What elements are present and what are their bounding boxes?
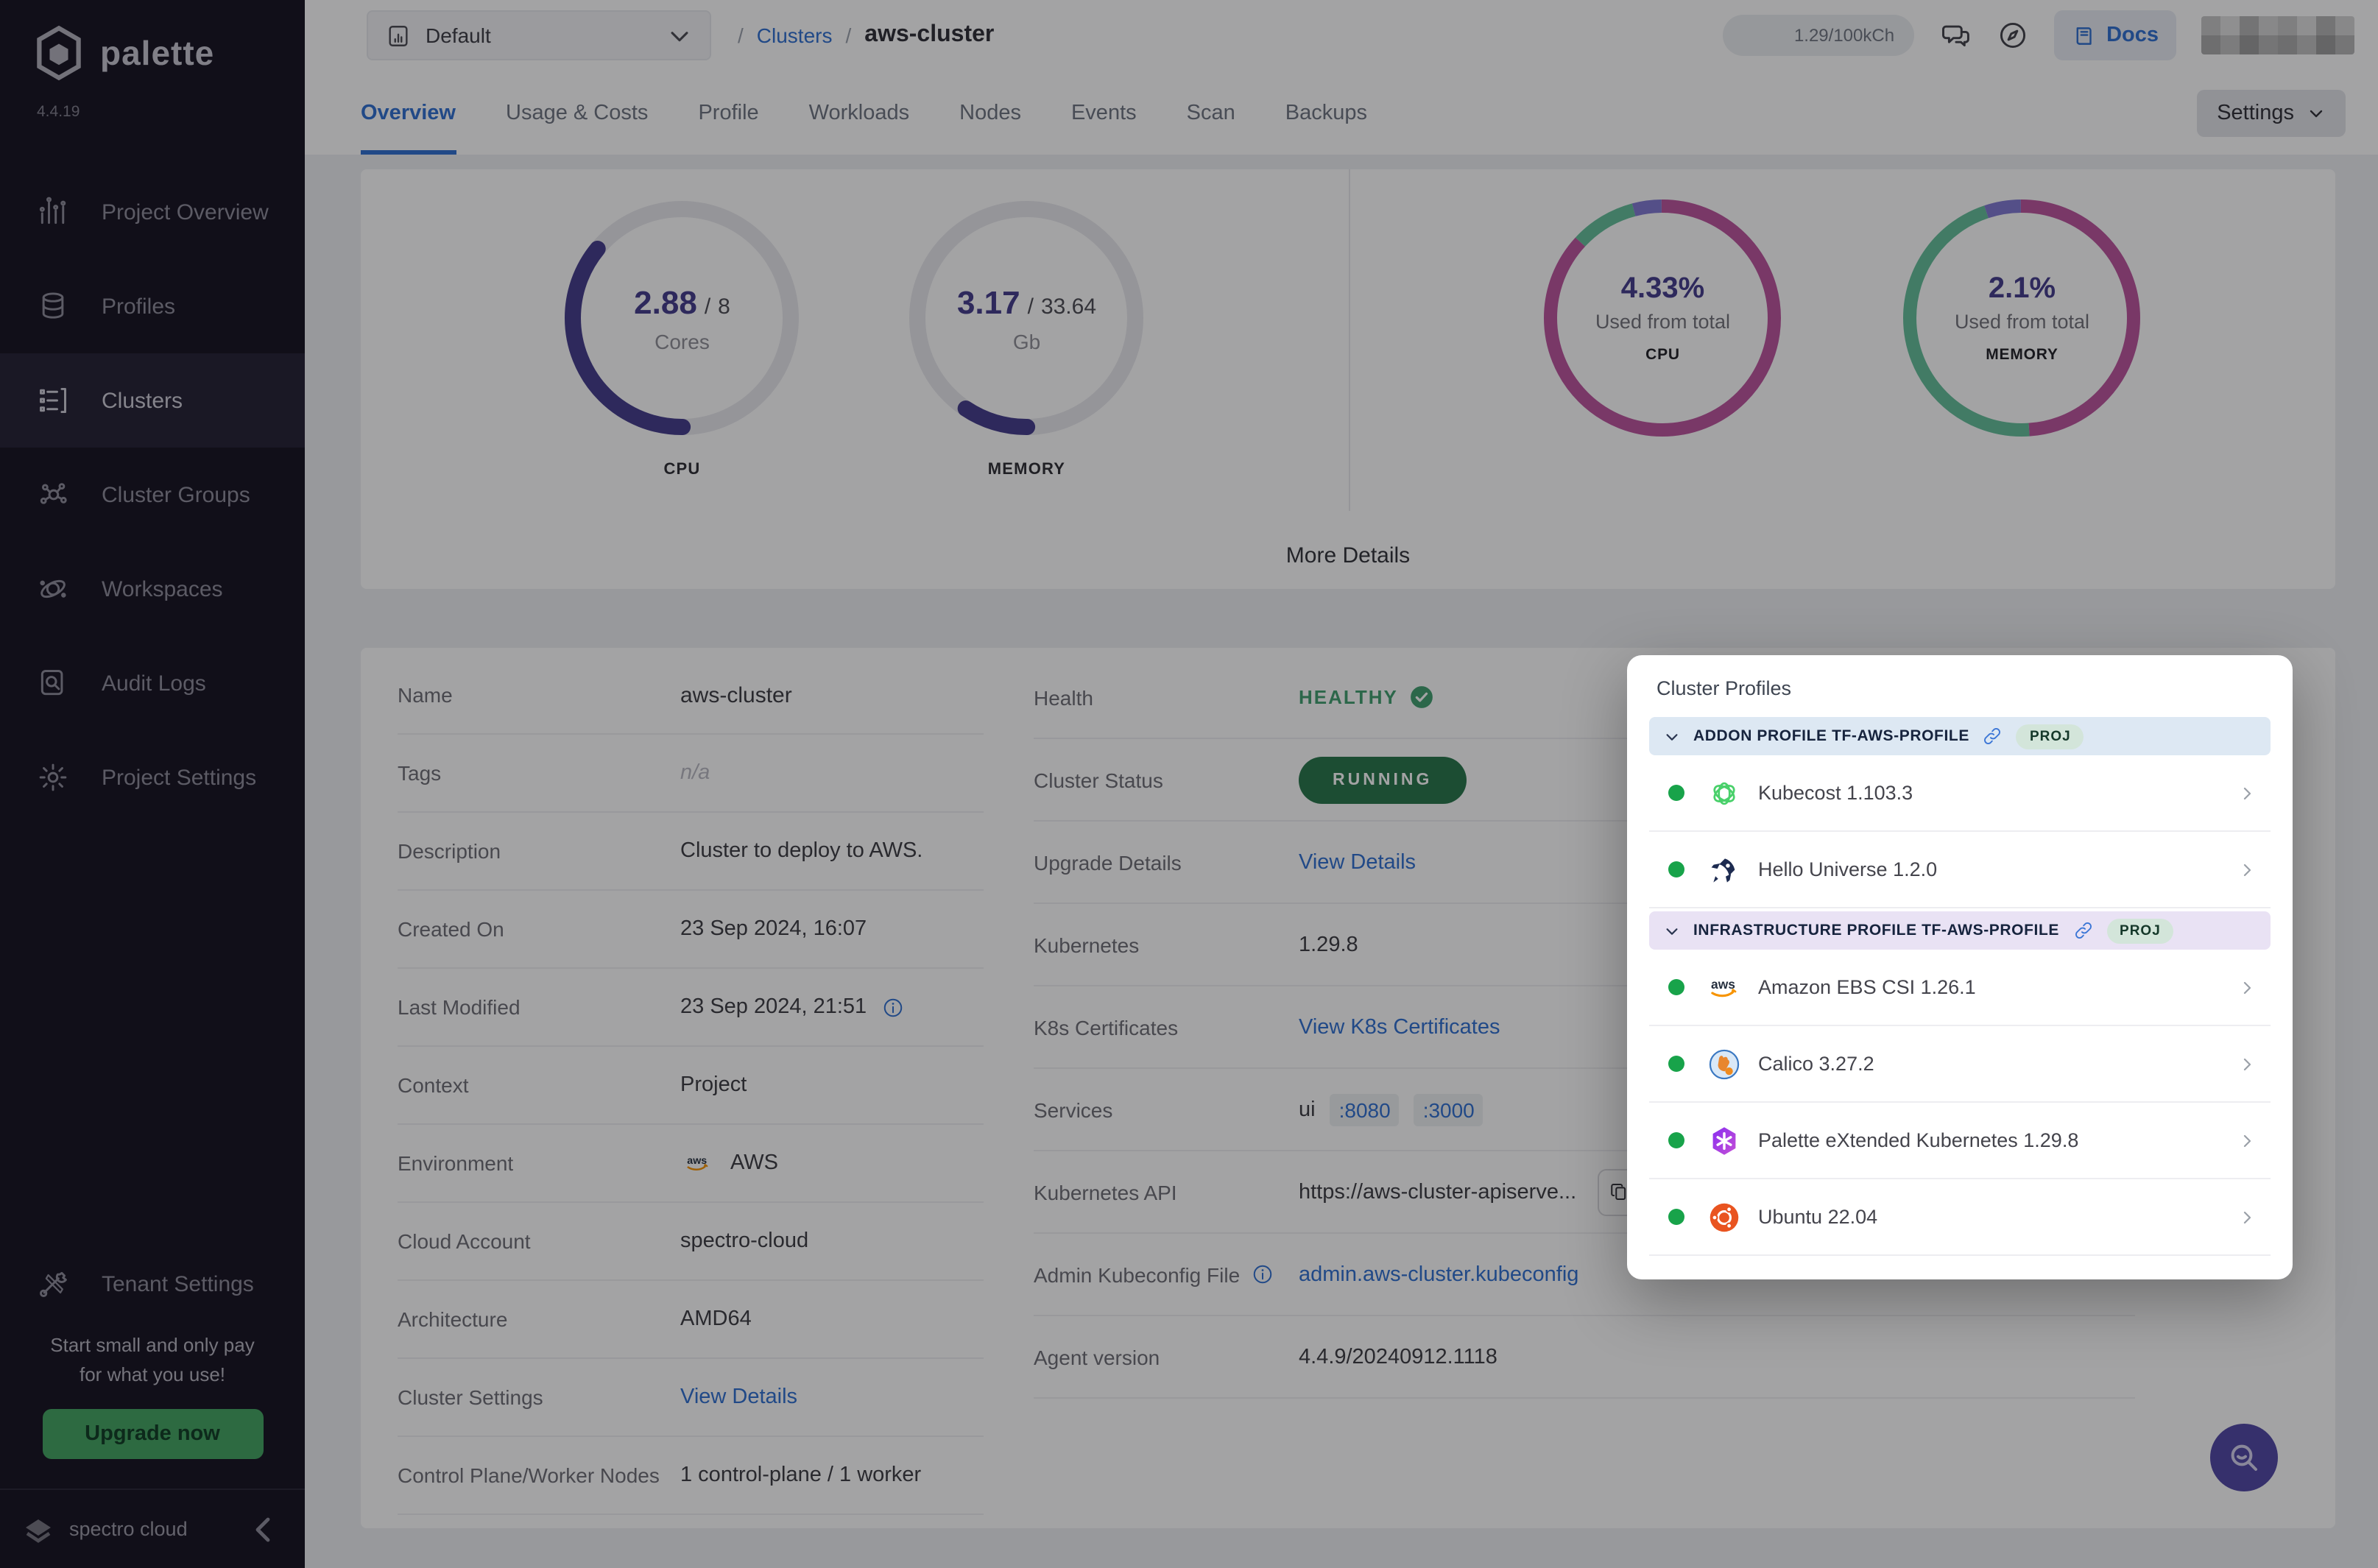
calico-icon [1708, 1048, 1740, 1080]
chevron-right-icon [2238, 784, 2256, 802]
pack-status-dot [1668, 861, 1684, 877]
chevron-down-icon [1664, 922, 1680, 939]
pack-name: Ubuntu 22.04 [1758, 1206, 2238, 1228]
pack-name: Palette eXtended Kubernetes 1.29.8 [1758, 1129, 2238, 1151]
kubecost-icon [1708, 777, 1740, 809]
pack-name: Calico 3.27.2 [1758, 1053, 2238, 1075]
pack-status-dot [1668, 785, 1684, 801]
pack-status-dot [1668, 1056, 1684, 1072]
pack-status-dot [1668, 1209, 1684, 1225]
pxk-icon [1708, 1124, 1740, 1156]
popup-title: Cluster Profiles [1657, 677, 2271, 699]
ubuntu-icon [1708, 1201, 1740, 1233]
hello-universe-icon [1708, 853, 1740, 886]
chevron-right-icon [2238, 978, 2256, 996]
pack-status-dot [1668, 979, 1684, 995]
pack-status-dot [1668, 1132, 1684, 1148]
chevron-down-icon [1664, 728, 1680, 744]
pack-name: Hello Universe 1.2.0 [1758, 858, 2238, 880]
link-chain-icon [1983, 726, 2003, 746]
scope-badge: PROJ [2017, 724, 2084, 749]
link-chain-icon [2072, 920, 2093, 941]
profile-section-header-addon[interactable]: ADDON PROFILE TF-AWS-PROFILE PROJ [1649, 717, 2271, 755]
chevron-right-icon [2238, 1131, 2256, 1149]
chevron-right-icon [2238, 861, 2256, 878]
popup-body: ADDON PROFILE TF-AWS-PROFILE PROJ Kubecost… [1649, 717, 2271, 1256]
aws-icon: aws [1708, 971, 1740, 1003]
svg-text:aws: aws [1711, 976, 1735, 991]
profile-pack-row-amazon-ebs-csi-1-26-1[interactable]: aws Amazon EBS CSI 1.26.1 [1649, 950, 2271, 1026]
chevron-right-icon [2238, 1055, 2256, 1073]
profile-pack-row-palette-extended-kubernetes-1-29-8[interactable]: Palette eXtended Kubernetes 1.29.8 [1649, 1103, 2271, 1179]
pack-name: Amazon EBS CSI 1.26.1 [1758, 976, 2238, 998]
pack-name: Kubecost 1.103.3 [1758, 782, 2238, 804]
scope-badge: PROJ [2106, 918, 2174, 943]
profile-pack-row-calico-3-27-2[interactable]: Calico 3.27.2 [1649, 1026, 2271, 1103]
profile-pack-row-hello-universe-1-2-0[interactable]: Hello Universe 1.2.0 [1649, 832, 2271, 908]
profile-pack-row-kubecost-1-103-3[interactable]: Kubecost 1.103.3 [1649, 755, 2271, 832]
profile-section-header-infra[interactable]: INFRASTRUCTURE PROFILE TF-AWS-PROFILE PRO… [1649, 911, 2271, 950]
cluster-profiles-popup: Cluster Profiles ADDON PROFILE TF-AWS-PR… [1627, 655, 2293, 1279]
profile-section-name: ADDON PROFILE TF-AWS-PROFILE [1693, 727, 1969, 745]
palette-app: palette 4.4.19 Project OverviewProfilesC… [0, 0, 2378, 1568]
profile-section-name: INFRASTRUCTURE PROFILE TF-AWS-PROFILE [1693, 922, 2059, 939]
profile-pack-row-ubuntu-22-04[interactable]: Ubuntu 22.04 [1649, 1179, 2271, 1256]
chevron-right-icon [2238, 1208, 2256, 1226]
